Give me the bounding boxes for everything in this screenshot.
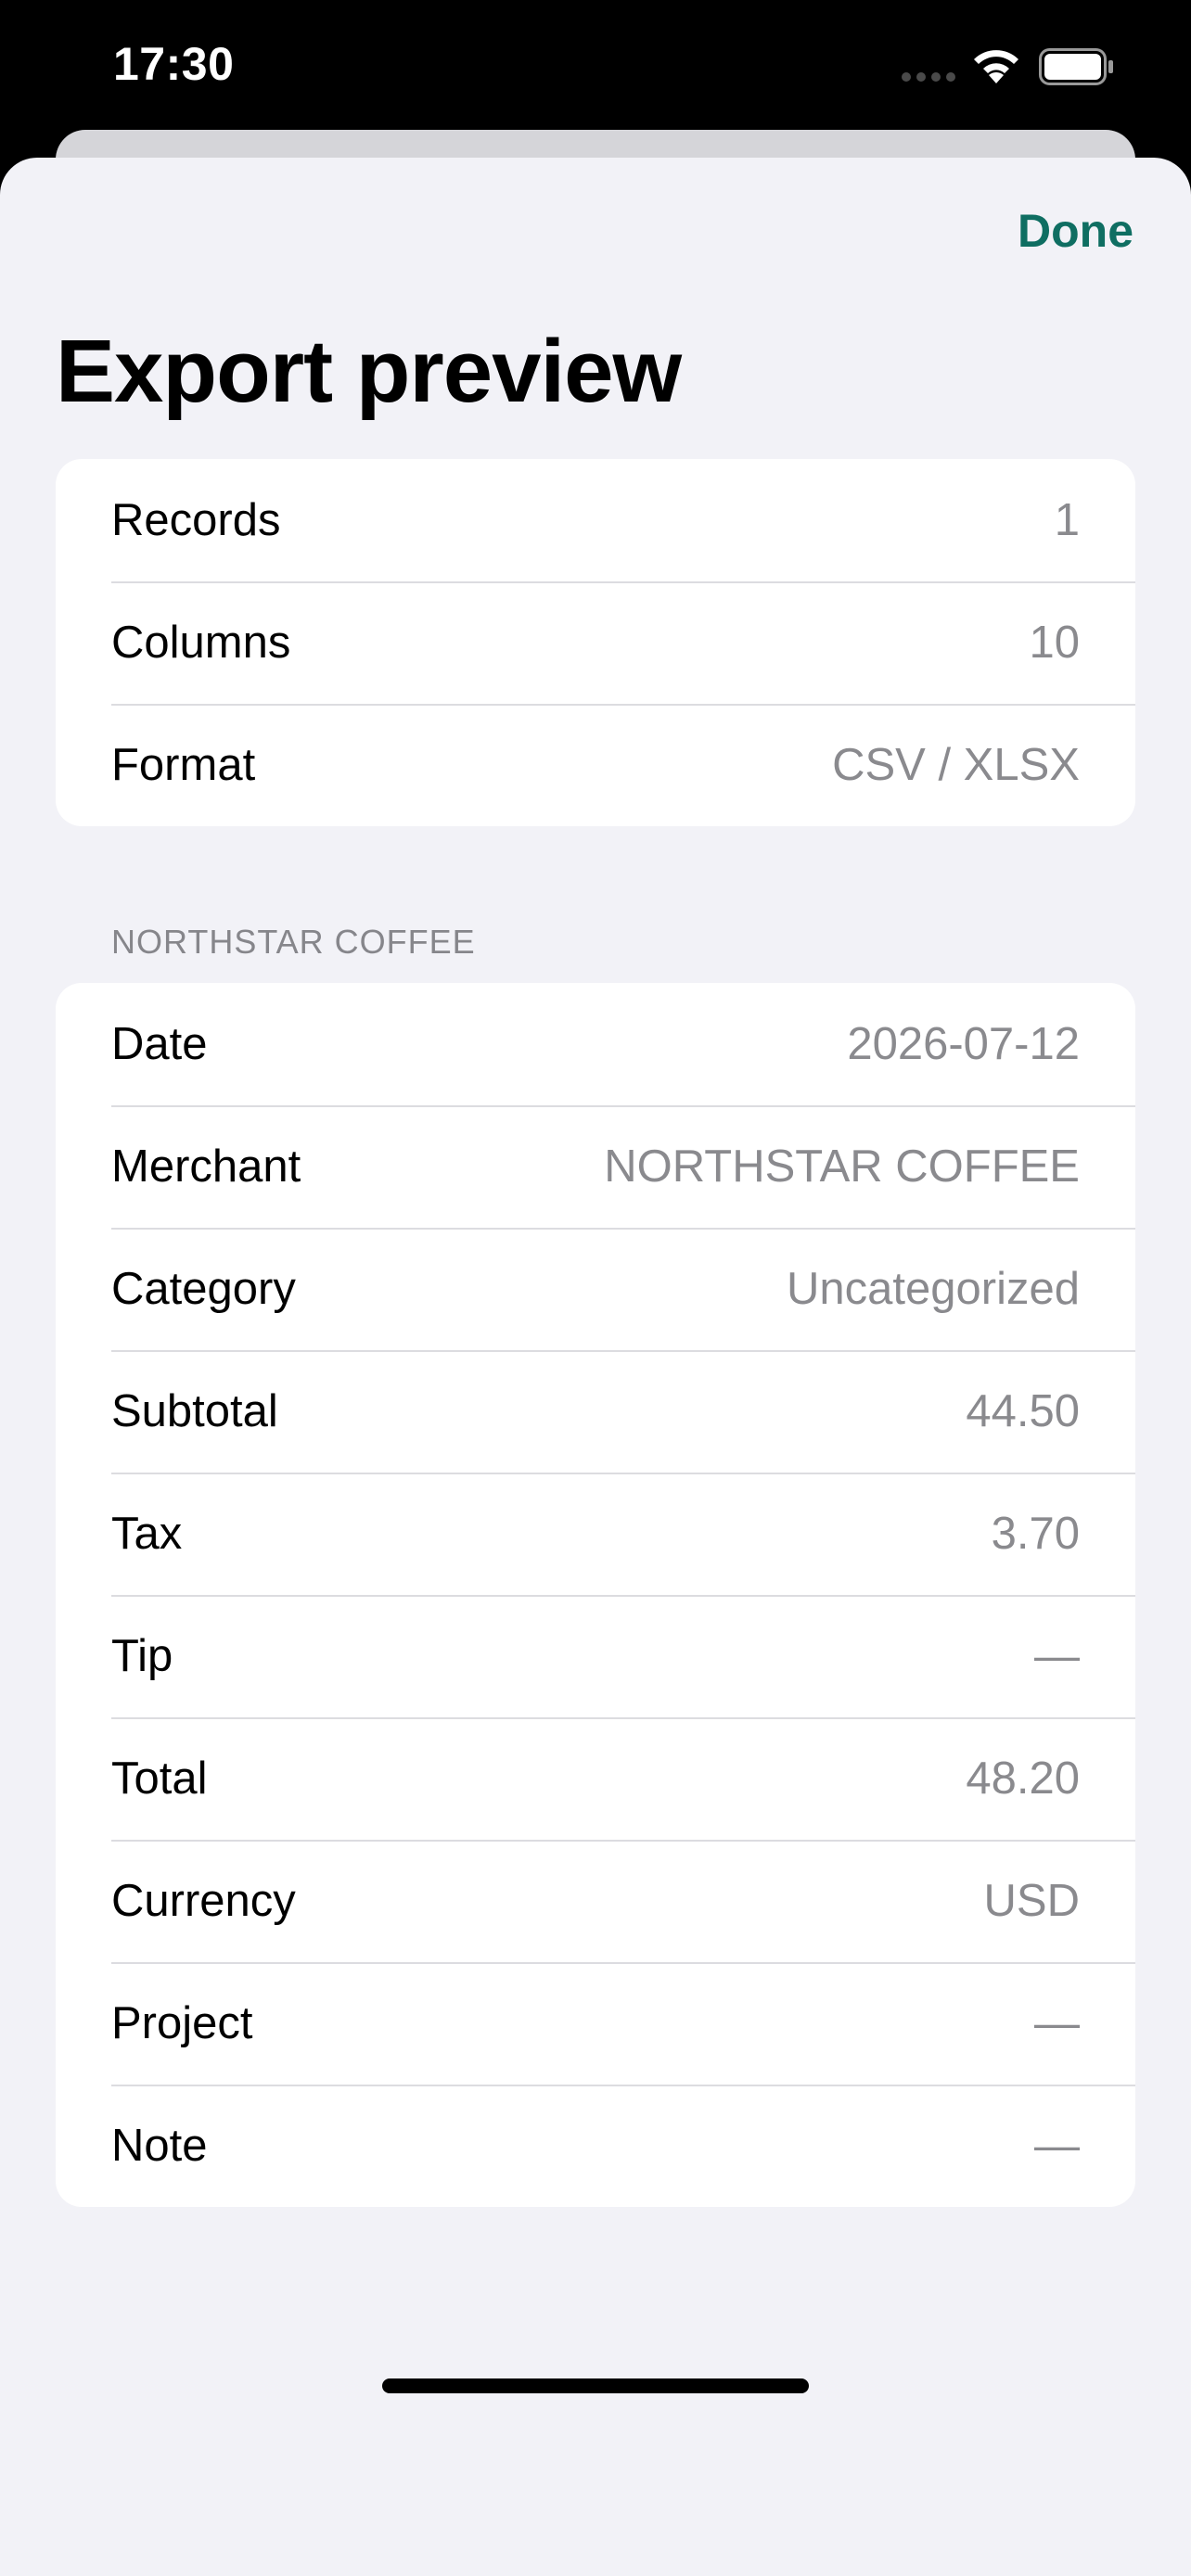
row-label: Columns (111, 618, 291, 668)
summary-card: Records 1 Columns 10 Format CSV / XLSX (56, 459, 1135, 826)
wifi-icon (974, 50, 1018, 83)
row-label: Note (111, 2121, 208, 2171)
receipt-row-category: Category Uncategorized (56, 1228, 1135, 1350)
section-header: NORTHSTAR COFFEE (111, 923, 476, 961)
receipt-row-total: Total 48.20 (56, 1717, 1135, 1840)
battery-icon (1039, 48, 1113, 85)
row-label: Currency (111, 1876, 296, 1926)
row-value: 2026-07-12 (847, 1019, 1080, 1069)
row-value: — (1034, 1998, 1080, 2048)
receipt-row-note: Note — (56, 2085, 1135, 2207)
row-value: 44.50 (966, 1386, 1080, 1436)
export-preview-sheet: Done Export preview Records 1 Columns 10… (0, 158, 1191, 2576)
receipt-row-project: Project — (56, 1962, 1135, 2085)
row-value: 48.20 (966, 1753, 1080, 1804)
summary-row-records: Records 1 (56, 459, 1135, 581)
row-label: Records (111, 495, 281, 545)
row-label: Project (111, 1998, 253, 2048)
status-bar: 17:30 (0, 0, 1191, 139)
row-value: Uncategorized (787, 1264, 1080, 1314)
row-label: Category (111, 1264, 296, 1314)
page-title: Export preview (56, 322, 682, 421)
row-value: — (1034, 1631, 1080, 1681)
signal-icon (902, 72, 957, 82)
done-button[interactable]: Done (1018, 204, 1133, 258)
receipt-row-merchant: Merchant NORTHSTAR COFFEE (56, 1105, 1135, 1228)
status-time: 17:30 (113, 38, 235, 90)
row-label: Merchant (111, 1141, 301, 1192)
home-indicator[interactable] (382, 2378, 809, 2393)
row-value: 3.70 (991, 1509, 1080, 1559)
row-value: CSV / XLSX (832, 740, 1080, 790)
summary-row-columns: Columns 10 (56, 581, 1135, 704)
row-label: Format (111, 740, 256, 790)
row-label: Tax (111, 1509, 183, 1559)
row-label: Tip (111, 1631, 173, 1681)
receipt-row-tip: Tip — (56, 1595, 1135, 1717)
row-value: USD (983, 1876, 1080, 1926)
row-value: 10 (1029, 618, 1080, 668)
row-label: Subtotal (111, 1386, 278, 1436)
receipt-row-date: Date 2026-07-12 (56, 983, 1135, 1105)
row-value: 1 (1054, 495, 1080, 545)
row-label: Date (111, 1019, 208, 1069)
receipt-row-currency: Currency USD (56, 1840, 1135, 1962)
receipt-card: Date 2026-07-12 Merchant NORTHSTAR COFFE… (56, 983, 1135, 2207)
row-value: NORTHSTAR COFFEE (604, 1141, 1080, 1192)
row-label: Total (111, 1753, 208, 1804)
row-value: — (1034, 2121, 1080, 2171)
receipt-row-tax: Tax 3.70 (56, 1473, 1135, 1595)
summary-row-format: Format CSV / XLSX (56, 704, 1135, 826)
receipt-row-subtotal: Subtotal 44.50 (56, 1350, 1135, 1473)
